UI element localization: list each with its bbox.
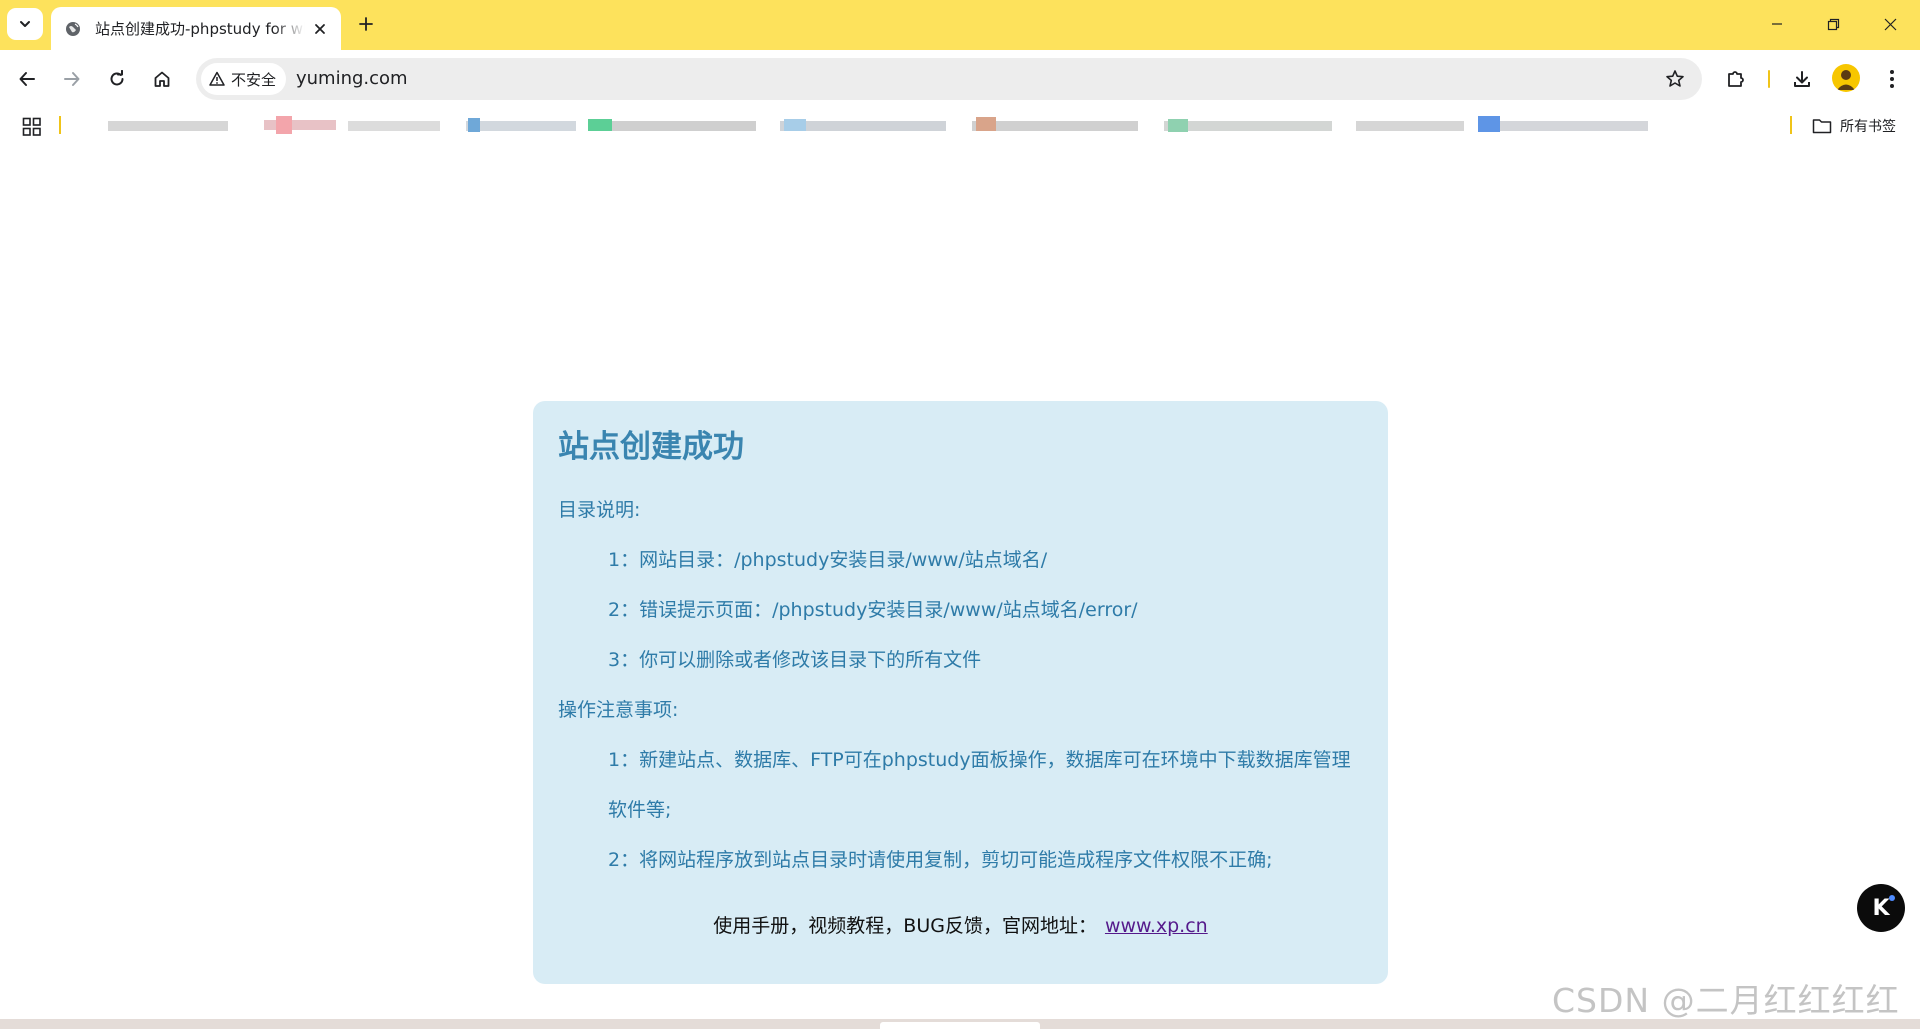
redacted-bookmark[interactable]: [972, 121, 1138, 131]
url-text[interactable]: yuming.com: [296, 68, 408, 89]
back-button[interactable]: [11, 63, 43, 95]
bookmarks-bar: 所有书签: [0, 108, 1920, 144]
bottom-edge-strip: [0, 1019, 1920, 1029]
floating-assistant-button[interactable]: K: [1857, 884, 1905, 932]
security-chip[interactable]: 不安全: [201, 63, 287, 95]
downloads-button[interactable]: [1786, 63, 1818, 95]
assistant-icon: K: [1872, 895, 1890, 921]
operations-item: 1：新建站点、数据库、FTP可在phpstudy面板操作，数据库可在环境中下载数…: [608, 749, 1351, 821]
operations-item: 2：将网站程序放到站点目录时请使用复制，剪切可能造成程序文件权限不正确;: [608, 849, 1273, 871]
globe-icon: [65, 21, 81, 37]
bookmarks-separator: [59, 116, 61, 134]
footer-line: 使用手册，视频教程，BUG反馈，官网地址： www.xp.cn: [533, 911, 1388, 938]
assistant-indicator-dot: [1889, 895, 1895, 901]
redacted-bookmark[interactable]: [1478, 121, 1648, 131]
kebab-menu-icon: [1890, 70, 1894, 88]
redacted-bookmark-icon: [468, 118, 480, 132]
extensions-button[interactable]: [1720, 63, 1752, 95]
security-label: 不安全: [231, 70, 277, 89]
restore-button[interactable]: [1805, 0, 1861, 48]
official-site-link[interactable]: www.xp.cn: [1105, 915, 1208, 937]
forward-button[interactable]: [56, 63, 88, 95]
toolbar-separator: [1768, 70, 1770, 88]
page-content: 站点创建成功 目录说明: 1：网站目录：/phpstudy安装目录/www/站点…: [0, 144, 1920, 1019]
watermark: CSDN @二月红红红红: [1552, 981, 1900, 1020]
plus-icon: [359, 17, 373, 31]
home-button[interactable]: [146, 63, 178, 95]
redacted-bookmark-icon: [976, 117, 996, 131]
redacted-bookmark[interactable]: [108, 121, 228, 131]
minimize-button[interactable]: [1749, 0, 1805, 48]
new-tab-button[interactable]: [353, 11, 379, 37]
redacted-bookmark[interactable]: [348, 121, 440, 131]
arrow-left-icon: [19, 72, 35, 86]
arrow-right-icon: [64, 72, 80, 86]
bookmark-star-button[interactable]: [1664, 68, 1686, 90]
bottom-edge-highlight: [880, 1022, 1040, 1029]
redacted-bookmark[interactable]: [264, 120, 336, 130]
redacted-bookmark-icon: [784, 119, 806, 131]
active-tab[interactable]: 站点创建成功-phpstudy for windows: [51, 7, 341, 50]
directory-section-title: 目录说明:: [558, 499, 641, 521]
apps-grid-icon[interactable]: [22, 117, 42, 137]
all-bookmarks-label: 所有书签: [1840, 119, 1896, 135]
all-bookmarks-button[interactable]: 所有书签: [1812, 114, 1896, 138]
bookmarks-separator: [1790, 116, 1792, 134]
redacted-bookmark-icon: [1478, 116, 1500, 132]
redacted-bookmark[interactable]: [1356, 121, 1464, 131]
window-close-button[interactable]: [1862, 0, 1918, 48]
redacted-bookmark-icon: [588, 119, 612, 131]
folder-icon: [1812, 119, 1832, 134]
address-bar[interactable]: 不安全 yuming.com: [196, 58, 1702, 100]
directory-item: 3：你可以删除或者修改该目录下的所有文件: [608, 649, 982, 671]
title-bar: 站点创建成功-phpstudy for windows: [0, 0, 1920, 50]
browser-menu-button[interactable]: [1876, 63, 1908, 95]
warning-icon: [209, 71, 225, 86]
redacted-bookmark[interactable]: [588, 121, 756, 131]
reload-icon: [110, 70, 124, 86]
directory-item: 1：网站目录：/phpstudy安装目录/www/站点域名/: [608, 549, 1048, 571]
tab-search-button[interactable]: [7, 8, 43, 40]
redacted-bookmark-icon: [1168, 119, 1188, 132]
redacted-bookmark[interactable]: [1164, 121, 1332, 131]
operations-section-title: 操作注意事项:: [558, 699, 679, 721]
success-card: 站点创建成功 目录说明: 1：网站目录：/phpstudy安装目录/www/站点…: [533, 401, 1388, 984]
minimize-icon: [1772, 23, 1782, 25]
chevron-down-icon: [20, 21, 30, 27]
redacted-bookmark-icon: [276, 116, 292, 134]
page-title: 站点创建成功: [558, 429, 744, 465]
restore-icon: [1827, 18, 1839, 30]
tab-close-icon[interactable]: [311, 20, 329, 38]
star-icon: [1666, 70, 1684, 87]
directory-item: 2：错误提示页面：/phpstudy安装目录/www/站点域名/error/: [608, 599, 1138, 621]
puzzle-icon: [1728, 71, 1744, 87]
home-icon: [154, 71, 170, 87]
browser-toolbar: 不安全 yuming.com: [0, 50, 1920, 108]
download-icon: [1794, 71, 1810, 87]
profile-avatar[interactable]: [1832, 64, 1860, 92]
reload-button[interactable]: [101, 63, 133, 95]
close-icon: [1884, 18, 1896, 30]
footer-text: 使用手册，视频教程，BUG反馈，官网地址：: [713, 915, 1097, 937]
redacted-bookmark[interactable]: [466, 121, 576, 131]
avatar-icon: [1837, 70, 1855, 90]
tab-title: 站点创建成功-phpstudy for windows: [95, 20, 305, 38]
